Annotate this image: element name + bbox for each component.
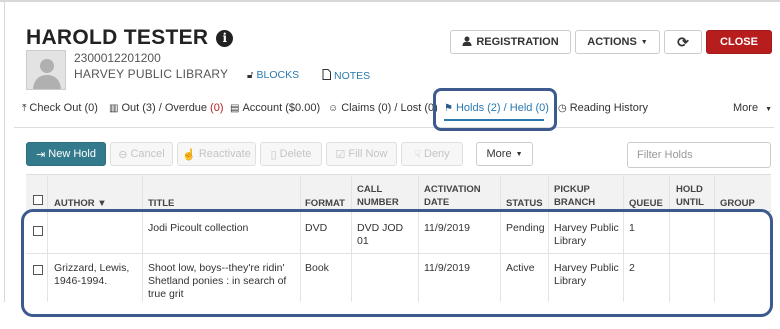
table-header: AUTHOR ▼ TITLE FORMAT CALL NUMBER ACTIVA… — [26, 174, 771, 212]
tab-label: Out (3) / Overdue — [121, 102, 208, 114]
caret-down-icon: ▼ — [640, 38, 648, 46]
books-icon: ▥ — [109, 102, 119, 114]
cancel-button[interactable]: ⊖ Cancel — [110, 142, 173, 166]
tab-label: Claims (0) / Lost (0) — [341, 102, 438, 114]
history-icon: ◷ — [558, 102, 567, 114]
tabs-bar: ⤒ Check Out (0) ▥ Out (3) / Overdue (0) … — [14, 98, 770, 120]
refresh-button[interactable]: ⟳ — [664, 30, 702, 54]
notes-link[interactable]: NOTES — [322, 69, 370, 83]
deny-button[interactable]: ☟ Deny — [401, 142, 463, 166]
close-label: CLOSE — [720, 36, 758, 48]
tab-label: Reading History — [569, 102, 648, 114]
unlock-icon: 🔓︎ — [247, 69, 254, 81]
select-all-checkbox[interactable] — [33, 195, 43, 205]
tab-claims-lost[interactable]: ☺ Claims (0) / Lost (0) — [328, 102, 438, 114]
thumbs-up-icon: ☝ — [182, 148, 196, 161]
tab-label: Check Out (0) — [29, 102, 98, 114]
registration-label: REGISTRATION — [476, 36, 559, 48]
header-hold-until[interactable]: HOLD UNTIL — [676, 183, 716, 209]
notes-label: NOTES — [334, 70, 371, 82]
minus-circle-icon: ⊖ — [118, 148, 128, 161]
more-label: More — [486, 148, 512, 160]
caret-down-icon: ▼ — [515, 150, 523, 158]
new-hold-button[interactable]: ⇥ New Hold — [26, 142, 106, 166]
refresh-icon: ⟳ — [677, 33, 689, 50]
delete-label: Delete — [279, 148, 312, 160]
actions-button[interactable]: ACTIONS ▼ — [575, 30, 660, 54]
overdue-count: (0) — [210, 102, 224, 114]
patron-library: HARVEY PUBLIC LIBRARY — [74, 67, 229, 81]
left-border — [4, 2, 5, 302]
header-call-number[interactable]: CALL NUMBER — [357, 183, 403, 209]
top-border — [0, 0, 780, 2]
registration-button[interactable]: REGISTRATION — [450, 30, 571, 54]
document-icon — [322, 69, 331, 83]
cancel-label: Cancel — [130, 148, 165, 160]
actions-label: ACTIONS — [587, 36, 637, 48]
smile-icon: ☺ — [328, 102, 339, 114]
header-pickup-branch[interactable]: PICKUP BRANCH — [554, 183, 612, 209]
reactivate-label: Reactivate — [198, 148, 251, 160]
info-icon[interactable]: i — [216, 29, 234, 47]
deny-label: Deny — [424, 148, 450, 160]
thumbs-down-icon: ☟ — [414, 148, 421, 161]
avatar — [26, 50, 66, 90]
reactivate-button[interactable]: ☝ Reactivate — [177, 142, 256, 166]
filter-holds-input[interactable] — [627, 142, 771, 168]
header-activation-date[interactable]: ACTIVATION DATE — [424, 183, 492, 209]
blocks-label: BLOCKS — [256, 69, 300, 81]
delete-button[interactable]: ▯ Delete — [260, 142, 322, 166]
patron-name: HAROLD TESTER i — [26, 26, 234, 50]
fill-now-label: Fill Now — [348, 148, 388, 160]
holds-tab-highlight — [433, 88, 557, 131]
checkbox-icon: ☑ — [335, 148, 346, 161]
more-tab-label: More — [733, 102, 759, 114]
person-icon — [462, 36, 472, 49]
trash-icon: ▯ — [270, 148, 277, 161]
patron-barcode: 2300012201200 — [74, 51, 161, 65]
more-tabs-dropdown[interactable]: More ▼ — [733, 102, 772, 114]
upload-icon: ⤒ — [22, 102, 27, 114]
close-button[interactable]: CLOSE — [706, 30, 772, 54]
tab-out-overdue[interactable]: ▥ Out (3) / Overdue (0) — [109, 102, 224, 114]
patron-name-text: HAROLD TESTER — [26, 26, 209, 49]
caret-down-icon: ▼ — [765, 106, 773, 113]
tab-reading-history[interactable]: ◷ Reading History — [558, 102, 648, 114]
blocks-link[interactable]: 🔓︎ BLOCKS — [247, 69, 299, 81]
tab-check-out[interactable]: ⤒ Check Out (0) — [22, 102, 98, 114]
more-actions-button[interactable]: More ▼ — [476, 142, 533, 166]
tabs-divider — [14, 127, 774, 128]
tab-label: Account ($0.00) — [242, 102, 321, 114]
new-hold-label: New Hold — [48, 148, 96, 160]
fill-now-button[interactable]: ☑ Fill Now — [326, 142, 397, 166]
holds-rows-highlight — [21, 209, 773, 317]
account-icon: ▤ — [230, 102, 240, 114]
tab-account[interactable]: ▤ Account ($0.00) — [230, 102, 320, 114]
sign-in-icon: ⇥ — [36, 148, 46, 161]
